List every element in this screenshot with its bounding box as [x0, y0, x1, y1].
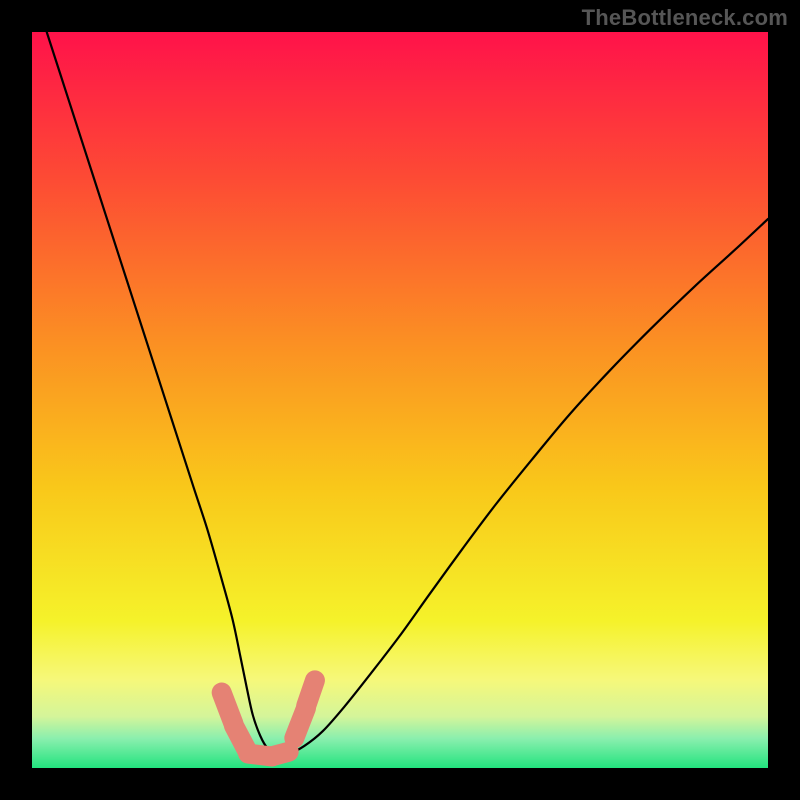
plot-area: [32, 32, 768, 768]
chart-frame: TheBottleneck.com: [0, 0, 800, 800]
watermark-text: TheBottleneck.com: [582, 5, 788, 31]
bottleneck-curve: [32, 32, 768, 768]
